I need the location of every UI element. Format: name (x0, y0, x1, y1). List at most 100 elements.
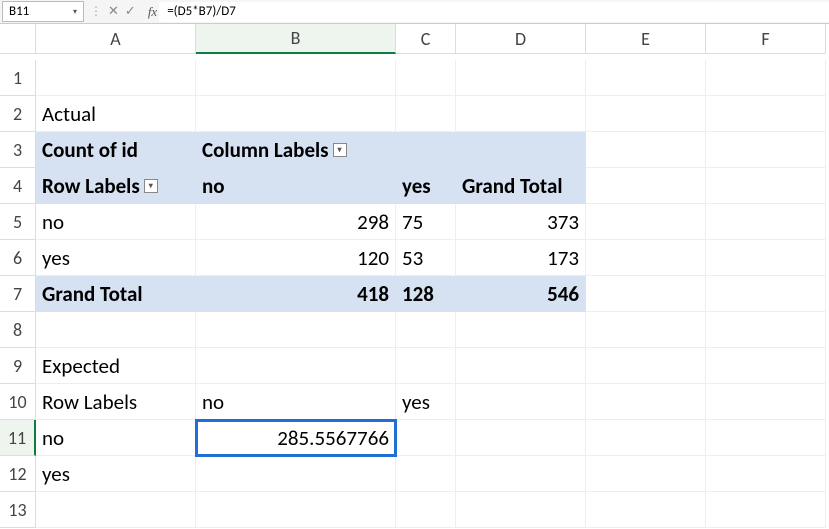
cell-A10[interactable]: Row Labels (36, 384, 196, 420)
cell-D2[interactable] (456, 96, 586, 132)
name-box[interactable]: B11 ▾ (2, 1, 84, 22)
cell-B3[interactable]: Column Labels ▾ (196, 132, 396, 168)
row-header-2[interactable]: 2 (0, 96, 36, 132)
cell-F10[interactable] (706, 384, 826, 420)
row-header-5[interactable]: 5 (0, 204, 36, 240)
cell-C2[interactable] (396, 96, 456, 132)
row-header-10[interactable]: 10 (0, 384, 36, 420)
cell-D13[interactable] (456, 492, 586, 528)
row-header-7[interactable]: 7 (0, 276, 36, 312)
cell-C6[interactable]: 53 (396, 240, 456, 276)
fx-icon[interactable]: fx (148, 4, 157, 20)
cell-B6[interactable]: 120 (196, 240, 396, 276)
cell-E13[interactable] (586, 492, 706, 528)
cell-A6[interactable]: yes (36, 240, 196, 276)
cell-D11[interactable] (456, 420, 586, 456)
column-labels-filter-icon[interactable]: ▾ (333, 143, 347, 157)
cell-E5[interactable] (586, 204, 706, 240)
cell-E1[interactable] (586, 60, 706, 96)
cell-A5[interactable]: no (36, 204, 196, 240)
cell-D7[interactable]: 546 (456, 276, 586, 312)
cell-D1[interactable] (456, 60, 586, 96)
cell-E12[interactable] (586, 456, 706, 492)
cell-A11[interactable]: no (36, 420, 196, 456)
cell-F6[interactable] (706, 240, 826, 276)
cell-E8[interactable] (586, 312, 706, 348)
cell-B8[interactable] (196, 312, 396, 348)
cell-A4[interactable]: Row Labels ▾ (36, 168, 196, 204)
cell-F5[interactable] (706, 204, 826, 240)
col-header-B[interactable]: B (196, 24, 396, 54)
cell-E11[interactable] (586, 420, 706, 456)
cell-D12[interactable] (456, 456, 586, 492)
cell-D6[interactable]: 173 (456, 240, 586, 276)
cell-D10[interactable] (456, 384, 586, 420)
cell-E2[interactable] (586, 96, 706, 132)
cell-C9[interactable] (396, 348, 456, 384)
cell-C7[interactable]: 128 (396, 276, 456, 312)
row-header-1[interactable]: 1 (0, 60, 36, 96)
cell-C1[interactable] (396, 60, 456, 96)
cell-D4[interactable]: Grand Total (456, 168, 586, 204)
cell-D9[interactable] (456, 348, 586, 384)
cell-F7[interactable] (706, 276, 826, 312)
formula-input[interactable]: =(D5*B7)/D7 (159, 2, 829, 22)
cell-A7[interactable]: Grand Total (36, 276, 196, 312)
cell-C3[interactable] (396, 132, 456, 168)
cell-A13[interactable] (36, 492, 196, 528)
cell-A1[interactable] (36, 60, 196, 96)
cell-A2[interactable]: Actual (36, 96, 196, 132)
cell-B2[interactable] (196, 96, 396, 132)
cell-C8[interactable] (396, 312, 456, 348)
select-all-corner[interactable] (0, 24, 36, 54)
cell-D5[interactable]: 373 (456, 204, 586, 240)
cell-B10[interactable]: no (196, 384, 396, 420)
col-header-E[interactable]: E (586, 24, 706, 54)
cell-F9[interactable] (706, 348, 826, 384)
row-header-12[interactable]: 12 (0, 456, 36, 492)
cell-B1[interactable] (196, 60, 396, 96)
cancel-icon[interactable]: ✕ (108, 4, 119, 19)
cell-C4[interactable]: yes (396, 168, 456, 204)
cell-D3[interactable] (456, 132, 586, 168)
row-header-8[interactable]: 8 (0, 312, 36, 348)
cell-E7[interactable] (586, 276, 706, 312)
col-header-C[interactable]: C (396, 24, 456, 54)
row-header-3[interactable]: 3 (0, 132, 36, 168)
cell-E9[interactable] (586, 348, 706, 384)
cell-C5[interactable]: 75 (396, 204, 456, 240)
row-header-13[interactable]: 13 (0, 492, 36, 528)
col-header-A[interactable]: A (36, 24, 196, 54)
cell-C13[interactable] (396, 492, 456, 528)
cell-B5[interactable]: 298 (196, 204, 396, 240)
cell-F8[interactable] (706, 312, 826, 348)
chevron-down-icon[interactable]: ▾ (73, 7, 77, 17)
cell-A8[interactable] (36, 312, 196, 348)
cell-A3[interactable]: Count of id (36, 132, 196, 168)
col-header-D[interactable]: D (456, 24, 586, 54)
cell-B9[interactable] (196, 348, 396, 384)
col-header-F[interactable]: F (706, 24, 826, 54)
cell-F13[interactable] (706, 492, 826, 528)
cell-C10[interactable]: yes (396, 384, 456, 420)
cell-B4[interactable]: no (196, 168, 396, 204)
row-header-11[interactable]: 11 (0, 420, 36, 456)
row-labels-filter-icon[interactable]: ▾ (144, 179, 158, 193)
enter-icon[interactable]: ✓ (125, 4, 136, 19)
cell-B13[interactable] (196, 492, 396, 528)
row-header-4[interactable]: 4 (0, 168, 36, 204)
row-header-9[interactable]: 9 (0, 348, 36, 384)
cell-F4[interactable] (706, 168, 826, 204)
cell-E6[interactable] (586, 240, 706, 276)
cell-B7[interactable]: 418 (196, 276, 396, 312)
cell-F3[interactable] (706, 132, 826, 168)
cell-F11[interactable] (706, 420, 826, 456)
cell-B12[interactable] (196, 456, 396, 492)
cell-C11[interactable] (396, 420, 456, 456)
cell-E4[interactable] (586, 168, 706, 204)
cell-F1[interactable] (706, 60, 826, 96)
cell-E10[interactable] (586, 384, 706, 420)
cell-E3[interactable] (586, 132, 706, 168)
cell-C12[interactable] (396, 456, 456, 492)
cell-F2[interactable] (706, 96, 826, 132)
